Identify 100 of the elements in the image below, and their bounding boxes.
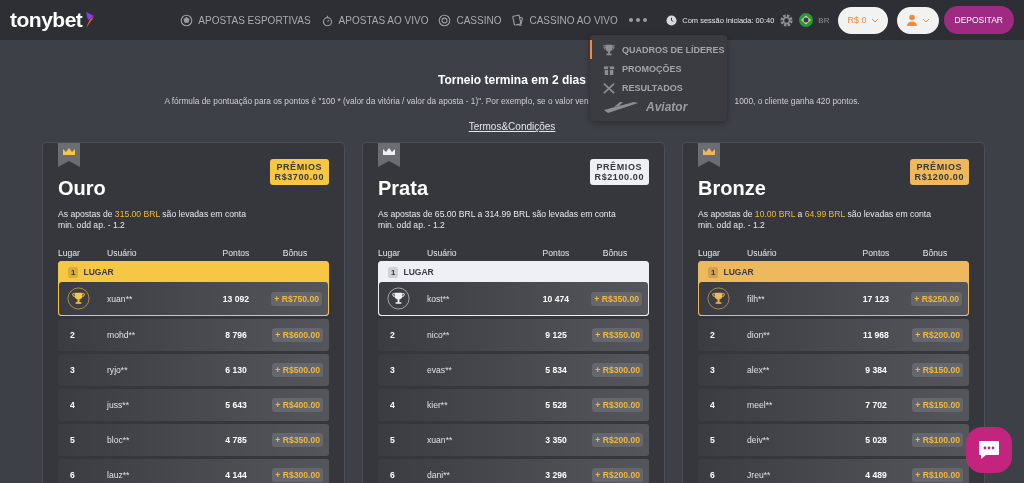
terms-link[interactable]: Termos&Condições — [468, 121, 556, 132]
nav-link[interactable]: CASSINO — [438, 13, 502, 27]
place-number: 3 — [70, 365, 76, 375]
profile-button[interactable] — [896, 6, 939, 34]
place-number: 3 — [390, 365, 396, 375]
place-number: 5 — [390, 435, 396, 445]
user-name: alex** — [747, 365, 771, 375]
column-header: Lugar — [378, 248, 400, 258]
bonus-tag: + R$350.00 — [591, 291, 642, 306]
points-value: 13 092 — [222, 293, 250, 304]
place-number: 2 — [70, 330, 76, 340]
prize-badge: PRÊMIOS R$3700.00 — [269, 159, 329, 185]
user-name: xuan** — [107, 293, 134, 304]
column-header: Usuário — [747, 248, 777, 258]
crown-ribbon-icon — [378, 143, 400, 167]
place-number: 5 — [70, 435, 76, 445]
clock-icon — [666, 14, 678, 26]
bonus-tag: + R$200.00 — [592, 468, 643, 482]
airplane-icon — [602, 99, 640, 114]
place-number: 6 — [70, 470, 76, 480]
points-value: 9 384 — [865, 365, 887, 375]
points-value: 7 702 — [865, 400, 887, 410]
bonus-tag: + R$350.00 — [592, 328, 643, 342]
points-value: 8 796 — [225, 330, 247, 340]
bet-rule-text: As apostas de 315.00 BRL são levadas em conta — [58, 209, 247, 220]
column-header: Usuário — [427, 248, 457, 258]
bonus-tag: + R$350.00 — [272, 433, 323, 447]
bonus-tag: + R$100.00 — [912, 468, 963, 482]
crown-ribbon-icon — [58, 143, 80, 167]
bonus-tag: + R$300.00 — [272, 468, 323, 482]
points-value: 4 144 — [225, 470, 247, 480]
column-header: Lugar — [58, 248, 80, 258]
chat-button[interactable] — [966, 427, 1012, 473]
place-number: 1 — [388, 266, 399, 278]
prize-badge: PRÊMIOS R$2100.00 — [589, 159, 649, 185]
user-name: deiv** — [747, 435, 771, 445]
formula-text: 1000, o cliente ganha 420 pontos. — [734, 96, 860, 106]
min-odd-text: min. odd ap. - 1.2 — [378, 220, 446, 231]
chevron-down-icon — [870, 17, 879, 23]
points-value: 3 296 — [545, 470, 567, 480]
column-header: Bônus — [602, 248, 628, 258]
column-header: Pontos — [862, 248, 890, 258]
menu-item[interactable]: RESULTADOS — [590, 78, 727, 97]
ball-icon — [180, 13, 194, 27]
column-header: Pontos — [222, 248, 250, 258]
bonus-tag: + R$500.00 — [272, 363, 323, 377]
user-name: Jreu** — [747, 470, 772, 480]
nav-link[interactable]: CASSINO AO VIVO — [511, 13, 618, 27]
place-label: LUGAR — [723, 267, 754, 277]
points-value: 5 028 — [865, 435, 887, 445]
nav-link[interactable]: APOSTAS AO VIVO — [320, 13, 429, 27]
bonus-tag: + R$200.00 — [592, 433, 643, 447]
menu-item[interactable]: PROMOÇÕES — [590, 59, 727, 78]
bonus-tag: + R$250.00 — [911, 291, 962, 306]
place-number: 3 — [710, 365, 716, 375]
menu-item[interactable]: Aviator — [590, 97, 727, 116]
points-value: 5 643 — [225, 400, 247, 410]
logo-text[interactable]: tonybet — [10, 8, 83, 32]
column-header: Lugar — [698, 248, 720, 258]
column-header: Bônus — [922, 248, 948, 258]
region-label[interactable]: BR — [818, 15, 830, 25]
bonus-tag: + R$100.00 — [912, 433, 963, 447]
deposit-button[interactable]: DEPOSITAR — [943, 6, 1014, 34]
bonus-tag: + R$600.00 — [272, 328, 323, 342]
user-name: ryjo** — [107, 365, 129, 375]
more-icon[interactable] — [627, 17, 648, 23]
logo-mark-icon — [84, 12, 97, 28]
trophy-icon — [602, 43, 616, 56]
user-name: meel** — [747, 400, 774, 410]
place-number: 6 — [390, 470, 396, 480]
bonus-tag: + R$300.00 — [592, 363, 643, 377]
chat-icon — [978, 440, 1000, 460]
points-value: 9 125 — [545, 330, 567, 340]
points-value: 17 123 — [862, 293, 890, 304]
user-name: mohd** — [107, 330, 137, 340]
crown-ribbon-icon — [698, 143, 720, 167]
nav-link[interactable]: APOSTAS ESPORTIVAS — [180, 13, 311, 27]
user-name: filh** — [747, 293, 766, 304]
bonus-tag: + R$200.00 — [912, 328, 963, 342]
points-value: 5 834 — [545, 365, 567, 375]
tournament-title: Torneio termina em 2 dias — [438, 73, 586, 87]
bonus-tag: + R$400.00 — [272, 398, 323, 412]
stopwatch-icon — [320, 13, 334, 27]
bonus-tag: + R$150.00 — [912, 398, 963, 412]
trophy-icon — [387, 287, 410, 310]
user-name: xuan** — [427, 435, 454, 445]
menu-item[interactable]: QUADROS DE LÍDERES — [590, 40, 727, 59]
flag-icon[interactable] — [799, 13, 814, 27]
place-number: 5 — [710, 435, 716, 445]
user-name: bloc** — [107, 435, 131, 445]
bonus-tag: + R$300.00 — [592, 398, 643, 412]
min-odd-text: min. odd ap. - 1.2 — [58, 220, 126, 231]
column-header: Usuário — [107, 248, 137, 258]
user-name: juss** — [107, 400, 130, 410]
user-name: kier** — [427, 400, 449, 410]
settings-icon[interactable] — [779, 12, 795, 28]
place-label: LUGAR — [83, 267, 114, 277]
person-icon — [905, 14, 918, 26]
place-number: 6 — [710, 470, 716, 480]
place-number: 4 — [390, 400, 396, 410]
